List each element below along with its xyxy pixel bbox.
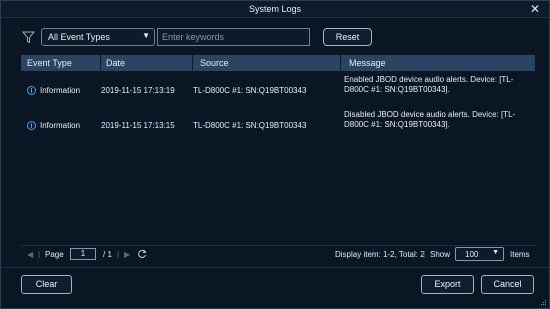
total-pages: / 1 bbox=[103, 250, 112, 259]
pager-divider: | bbox=[117, 250, 120, 259]
column-header-message[interactable]: Message bbox=[349, 58, 386, 68]
logs-table: Event Type Date Source Message Informati… bbox=[21, 55, 535, 242]
table-row[interactable]: Information 2019-11-15 17:13:19 TL-D800C… bbox=[21, 73, 535, 101]
pager-divider: | bbox=[423, 250, 426, 259]
title-bar: System Logs ✕ bbox=[1, 1, 549, 18]
column-divider[interactable] bbox=[340, 55, 341, 71]
reset-button[interactable]: Reset bbox=[323, 28, 372, 46]
dialog-title: System Logs bbox=[248, 4, 302, 14]
date-cell: 2019-11-15 17:13:19 bbox=[101, 86, 175, 95]
event-type-value: All Event Types bbox=[48, 32, 110, 42]
close-icon[interactable]: ✕ bbox=[530, 2, 540, 16]
event-type-cell: Information bbox=[40, 121, 81, 130]
display-info: Display item: 1-2, Total: 2 bbox=[335, 250, 425, 259]
table-header: Event Type Date Source Message bbox=[21, 55, 535, 71]
info-icon bbox=[27, 86, 36, 95]
message-cell-line1: Disabled JBOD device audio alerts. Devic… bbox=[344, 110, 516, 119]
message-cell-line2: D800C #1: SN:Q19BT00343]. bbox=[344, 85, 450, 94]
resize-grip-icon[interactable] bbox=[541, 300, 547, 306]
chevron-down-icon: ▼ bbox=[142, 31, 150, 40]
message-cell-line2: D800C #1: SN:Q19BT00343]. bbox=[344, 120, 450, 129]
search-input[interactable] bbox=[157, 28, 310, 46]
items-per-page-select[interactable]: 100 ▼ bbox=[455, 247, 504, 261]
pager-divider: | bbox=[38, 250, 41, 259]
source-cell: TL-D800C #1: SN:Q19BT00343 bbox=[193, 121, 307, 130]
column-header-date[interactable]: Date bbox=[106, 58, 125, 68]
funnel-icon[interactable] bbox=[22, 31, 35, 44]
system-logs-dialog: System Logs ✕ All Event Types ▼ Reset Ev… bbox=[0, 0, 550, 309]
column-header-event-type[interactable]: Event Type bbox=[27, 58, 72, 68]
table-row[interactable]: Information 2019-11-15 17:13:15 TL-D800C… bbox=[21, 108, 535, 136]
date-cell: 2019-11-15 17:13:15 bbox=[101, 121, 175, 130]
refresh-icon[interactable] bbox=[137, 249, 147, 259]
column-divider[interactable] bbox=[192, 55, 193, 71]
filter-toolbar: All Event Types ▼ Reset bbox=[1, 27, 549, 49]
footer-divider bbox=[1, 267, 549, 268]
event-type-select[interactable]: All Event Types ▼ bbox=[41, 28, 155, 46]
chevron-down-icon: ▼ bbox=[492, 249, 499, 256]
page-number-input[interactable]: 1 bbox=[70, 248, 96, 260]
pagination-bar: ◀ | Page 1 / 1 | ▶ Display item: 1-2, To… bbox=[21, 245, 535, 261]
cancel-button[interactable]: Cancel bbox=[481, 275, 534, 294]
column-header-source[interactable]: Source bbox=[200, 58, 229, 68]
page-label: Page bbox=[45, 250, 64, 259]
info-icon bbox=[27, 121, 36, 130]
first-page-icon[interactable]: ◀ bbox=[27, 250, 33, 259]
show-label: Show bbox=[430, 250, 451, 259]
message-cell-line1: Enabled JBOD device audio alerts. Device… bbox=[344, 75, 514, 84]
clear-button[interactable]: Clear bbox=[21, 275, 72, 294]
event-type-cell: Information bbox=[40, 86, 81, 95]
next-page-icon[interactable]: ▶ bbox=[124, 250, 130, 259]
export-button[interactable]: Export bbox=[421, 275, 474, 294]
column-divider[interactable] bbox=[100, 55, 101, 71]
source-cell: TL-D800C #1: SN:Q19BT00343 bbox=[193, 86, 307, 95]
items-label: Items bbox=[510, 250, 530, 259]
items-per-page-value: 100 bbox=[465, 250, 479, 259]
